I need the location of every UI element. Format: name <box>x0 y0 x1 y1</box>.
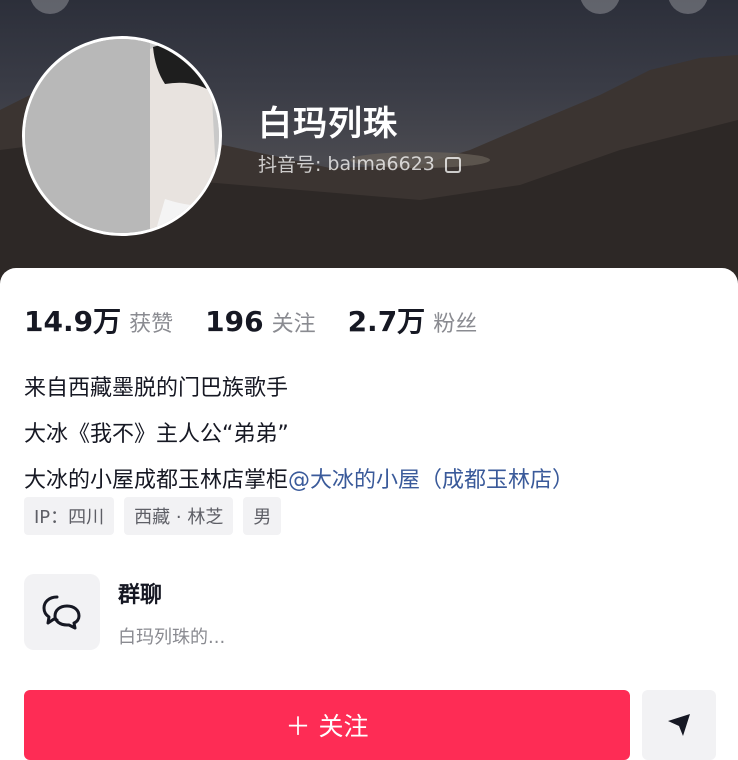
profile-bio: 来自西藏墨脱的门巴族歌手 大冰《我不》主人公“弟弟” 大冰的小屋成都玉林店掌柜@… <box>24 366 574 504</box>
following-label: 关注 <box>271 312 316 337</box>
following-count[interactable]: 196 <box>205 305 263 338</box>
group-chat-icon-box[interactable] <box>24 574 100 650</box>
share-button[interactable] <box>642 690 716 760</box>
group-chat-title[interactable]: 群聊 <box>118 577 162 609</box>
avatar[interactable] <box>22 36 222 236</box>
plus-icon: ＋ <box>285 712 311 741</box>
ip-location-tag: IP：四川 <box>24 497 115 535</box>
followers-count[interactable]: 2.7万 <box>348 300 426 340</box>
profile-name: 白玛列珠 <box>258 104 398 144</box>
followers-label: 粉丝 <box>433 312 478 337</box>
follow-label: 关注 <box>318 712 369 741</box>
location-tag[interactable]: 西藏 · 林芝 <box>124 497 234 535</box>
follow-button[interactable]: ＋ 关注 <box>24 690 630 760</box>
gender-tag: 男 <box>243 497 282 535</box>
mention-link[interactable]: @大冰的小屋（成都玉林店） <box>288 468 574 493</box>
profile-id: 抖音号: baima6623 <box>258 150 461 177</box>
bio-line: 来自西藏墨脱的门巴族歌手 <box>24 376 289 401</box>
profile-id-value: baima6623 <box>327 152 435 175</box>
copy-icon[interactable] <box>444 156 461 173</box>
bio-text: 大冰的小屋成都玉林店掌柜 <box>24 468 289 493</box>
bio-line: 大冰《我不》主人公“弟弟” <box>24 422 289 447</box>
likes-count[interactable]: 14.9万 <box>24 300 121 340</box>
send-arrow-icon <box>668 714 690 736</box>
likes-label: 获赞 <box>129 312 174 337</box>
avatar-image <box>25 39 219 233</box>
profile-id-label: 抖音号: <box>258 154 322 176</box>
profile-tags: IP：四川 西藏 · 林芝 男 <box>24 497 282 535</box>
chat-bubbles-icon <box>42 595 81 630</box>
group-chat-subtitle: 白玛列珠的... <box>118 627 226 648</box>
profile-stats: 14.9万 获赞 196 关注 2.7万 粉丝 <box>24 300 509 340</box>
